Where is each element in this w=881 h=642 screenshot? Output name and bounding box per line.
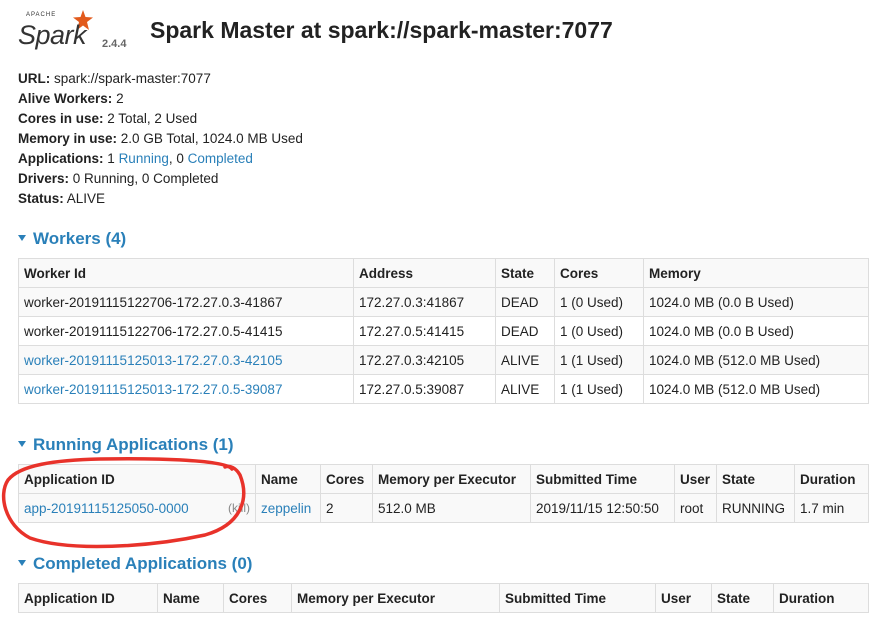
memory-cell: 512.0 MB bbox=[372, 493, 531, 523]
duration-cell: 1.7 min bbox=[794, 493, 869, 523]
workers-table: Worker Id Address State Cores Memory wor… bbox=[18, 258, 869, 404]
col-address[interactable]: Address bbox=[353, 258, 496, 288]
workers-section-toggle[interactable]: Workers (4) bbox=[18, 229, 126, 249]
worker-id-cell: worker-20191115122706-172.27.0.5-41415 bbox=[18, 316, 354, 346]
col-user[interactable]: User bbox=[655, 583, 712, 613]
cores-cell: 1 (1 Used) bbox=[554, 345, 644, 375]
worker-id-cell: worker-20191115125013-172.27.0.3-42105 bbox=[18, 345, 354, 375]
collapse-caret-icon bbox=[18, 235, 26, 242]
table-row: worker-20191115122706-172.27.0.5-41415 1… bbox=[18, 316, 869, 346]
col-duration[interactable]: Duration bbox=[794, 464, 869, 494]
cores-cell: 1 (0 Used) bbox=[554, 316, 644, 346]
logo-spark-text: Spark bbox=[18, 20, 87, 50]
cores-cell: 1 (1 Used) bbox=[554, 374, 644, 404]
spark-logo[interactable]: APACHE Spark 2.4.4 bbox=[18, 8, 146, 58]
col-state[interactable]: State bbox=[495, 258, 555, 288]
cores-cell: 1 (0 Used) bbox=[554, 287, 644, 317]
col-name[interactable]: Name bbox=[157, 583, 224, 613]
completed-apps-section-toggle[interactable]: Completed Applications (0) bbox=[18, 554, 252, 574]
name-cell: zeppelin bbox=[255, 493, 321, 523]
col-worker-id[interactable]: Worker Id bbox=[18, 258, 354, 288]
collapse-caret-icon bbox=[18, 441, 26, 448]
summary-cores: Cores in use: 2 Total, 2 Used bbox=[18, 111, 198, 126]
memory-cell: 1024.0 MB (512.0 MB Used) bbox=[643, 374, 869, 404]
col-state[interactable]: State bbox=[716, 464, 795, 494]
summary-url: URL: spark://spark-master:7077 bbox=[18, 71, 211, 86]
memory-cell: 1024.0 MB (0.0 B Used) bbox=[643, 287, 869, 317]
state-cell: DEAD bbox=[495, 287, 555, 317]
col-user[interactable]: User bbox=[674, 464, 717, 494]
col-memory-per-executor[interactable]: Memory per Executor bbox=[291, 583, 500, 613]
address-cell: 172.27.0.3:42105 bbox=[353, 345, 496, 375]
master-summary: URL: spark://spark-master:7077 Alive Wor… bbox=[18, 69, 303, 209]
col-duration[interactable]: Duration bbox=[773, 583, 869, 613]
state-cell: ALIVE bbox=[495, 374, 555, 404]
worker-id-cell: worker-20191115125013-172.27.0.5-39087 bbox=[18, 374, 354, 404]
summary-status: Status: ALIVE bbox=[18, 191, 106, 206]
memory-cell: 1024.0 MB (512.0 MB Used) bbox=[643, 345, 869, 375]
completed-apps-table: Application ID Name Cores Memory per Exe… bbox=[18, 583, 869, 613]
worker-id-cell: worker-20191115122706-172.27.0.3-41867 bbox=[18, 287, 354, 317]
completed-apps-link[interactable]: Completed bbox=[188, 151, 253, 166]
col-cores[interactable]: Cores bbox=[554, 258, 644, 288]
address-cell: 172.27.0.5:39087 bbox=[353, 374, 496, 404]
summary-applications: Applications: 1 Running, 0 Completed bbox=[18, 151, 253, 166]
running-apps-link[interactable]: Running bbox=[119, 151, 169, 166]
col-submitted-time[interactable]: Submitted Time bbox=[499, 583, 656, 613]
state-cell: DEAD bbox=[495, 316, 555, 346]
table-row: worker-20191115125013-172.27.0.3-42105 1… bbox=[18, 345, 869, 375]
memory-cell: 1024.0 MB (0.0 B Used) bbox=[643, 316, 869, 346]
running-apps-section-toggle[interactable]: Running Applications (1) bbox=[18, 435, 234, 455]
col-cores[interactable]: Cores bbox=[320, 464, 373, 494]
col-application-id[interactable]: Application ID bbox=[18, 464, 256, 494]
address-cell: 172.27.0.5:41415 bbox=[353, 316, 496, 346]
worker-link[interactable]: worker-20191115125013-172.27.0.5-39087 bbox=[24, 382, 282, 397]
summary-memory: Memory in use: 2.0 GB Total, 1024.0 MB U… bbox=[18, 131, 303, 146]
col-state[interactable]: State bbox=[711, 583, 774, 613]
col-submitted-time[interactable]: Submitted Time bbox=[530, 464, 675, 494]
col-application-id[interactable]: Application ID bbox=[18, 583, 158, 613]
kill-link[interactable]: (kill) bbox=[228, 501, 250, 515]
page-header: APACHE Spark 2.4.4 Spark Master at spark… bbox=[18, 8, 868, 58]
running-apps-table: Application ID Name Cores Memory per Exe… bbox=[18, 464, 869, 523]
table-row: app-20191115125050-0000 (kill) zeppelin … bbox=[18, 493, 869, 523]
page-title: Spark Master at spark://spark-master:707… bbox=[150, 17, 613, 43]
worker-link[interactable]: worker-20191115125013-172.27.0.3-42105 bbox=[24, 353, 282, 368]
logo-apache-text: APACHE bbox=[26, 12, 57, 18]
state-cell: ALIVE bbox=[495, 345, 555, 375]
col-memory-per-executor[interactable]: Memory per Executor bbox=[372, 464, 531, 494]
app-id-cell: app-20191115125050-0000 (kill) bbox=[18, 493, 256, 523]
summary-workers: Alive Workers: 2 bbox=[18, 91, 124, 106]
collapse-caret-icon bbox=[18, 560, 26, 567]
col-name[interactable]: Name bbox=[255, 464, 321, 494]
user-cell: root bbox=[674, 493, 717, 523]
address-cell: 172.27.0.3:41867 bbox=[353, 287, 496, 317]
table-row: worker-20191115125013-172.27.0.5-39087 1… bbox=[18, 374, 869, 404]
version-label: 2.4.4 bbox=[102, 38, 127, 50]
submitted-cell: 2019/11/15 12:50:50 bbox=[530, 493, 675, 523]
state-cell: RUNNING bbox=[716, 493, 795, 523]
summary-drivers: Drivers: 0 Running, 0 Completed bbox=[18, 171, 219, 186]
col-memory[interactable]: Memory bbox=[643, 258, 869, 288]
table-row: worker-20191115122706-172.27.0.3-41867 1… bbox=[18, 287, 869, 317]
cores-cell: 2 bbox=[320, 493, 373, 523]
col-cores[interactable]: Cores bbox=[223, 583, 292, 613]
app-id-link[interactable]: app-20191115125050-0000 bbox=[24, 501, 189, 516]
app-name-link[interactable]: zeppelin bbox=[261, 501, 311, 516]
